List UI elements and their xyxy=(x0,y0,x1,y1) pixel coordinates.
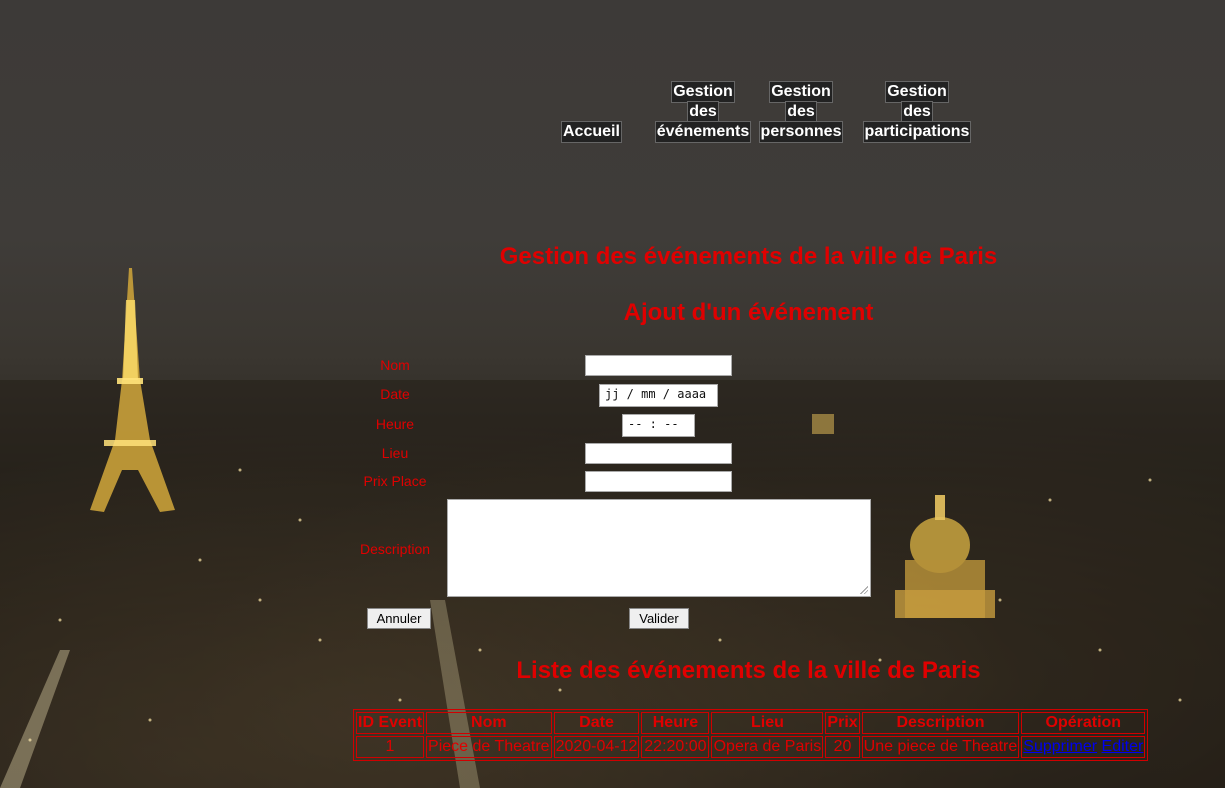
prix-label: Prix Place xyxy=(363,473,427,489)
nav-participations-line-3[interactable]: participations xyxy=(862,121,972,143)
nav-gestion-evenements[interactable]: Gestion des événements xyxy=(654,81,752,143)
table-header-row: ID Event Nom Date Heure Lieu Prix Descri… xyxy=(356,712,1146,734)
resize-grip-icon[interactable] xyxy=(860,586,868,594)
nav-participations-line-2[interactable]: des xyxy=(901,101,933,123)
description-label: Description xyxy=(359,541,431,557)
col-heure-header: Heure xyxy=(641,712,710,734)
nav-accueil-label[interactable]: Accueil xyxy=(561,121,622,143)
nom-label: Nom xyxy=(380,357,410,373)
delete-link[interactable]: Supprimer xyxy=(1023,738,1097,755)
prix-input[interactable] xyxy=(585,471,732,492)
form-title: Ajout d'un événement xyxy=(623,299,874,326)
cell-operation: Supprimer Editer xyxy=(1021,736,1146,758)
arc-de-triomphe-icon xyxy=(812,414,834,434)
page-title: Gestion des événements de la ville de Pa… xyxy=(499,243,998,270)
nav-evenements-line-2[interactable]: des xyxy=(687,101,719,123)
nav-personnes-line-2[interactable]: des xyxy=(785,101,817,123)
cell-nom: Piece de Theatre xyxy=(426,736,552,758)
cell-heure: 22:20:00 xyxy=(641,736,710,758)
nav-evenements-line-3[interactable]: événements xyxy=(654,121,752,143)
col-lieu-header: Lieu xyxy=(711,712,824,734)
cell-lieu: Opera de Paris xyxy=(711,736,824,758)
events-table: ID Event Nom Date Heure Lieu Prix Descri… xyxy=(353,709,1149,761)
submit-button[interactable]: Valider xyxy=(629,608,689,629)
nav-participations-line-1[interactable]: Gestion xyxy=(885,81,949,103)
col-date-header: Date xyxy=(553,712,640,734)
nav-evenements-line-1[interactable]: Gestion xyxy=(671,81,735,103)
heure-label: Heure xyxy=(375,416,415,432)
lieu-input[interactable] xyxy=(585,443,732,464)
cell-date: 2020-04-12 xyxy=(553,736,640,758)
nav-gestion-participations[interactable]: Gestion des participations xyxy=(862,81,972,143)
main-nav: Accueil Gestion des événements Gestion d… xyxy=(0,72,1225,143)
date-label: Date xyxy=(380,386,410,402)
col-id-header: ID Event xyxy=(356,712,425,734)
nom-input[interactable] xyxy=(585,355,732,376)
cell-description: Une piece de Theatre xyxy=(861,736,1020,758)
edit-link[interactable]: Editer xyxy=(1102,738,1144,755)
nav-personnes-line-3[interactable]: personnes xyxy=(758,121,844,143)
nav-gestion-personnes[interactable]: Gestion des personnes xyxy=(758,81,844,143)
nav-personnes-line-1[interactable]: Gestion xyxy=(769,81,833,103)
date-input[interactable]: jj / mm / aaaa xyxy=(599,384,718,407)
list-title: Liste des événements de la ville de Pari… xyxy=(516,657,981,684)
cell-id: 1 xyxy=(356,736,425,758)
col-prix-header: Prix xyxy=(825,712,860,734)
cell-prix: 20 xyxy=(825,736,860,758)
time-input[interactable]: -- : -- xyxy=(622,414,695,437)
description-textarea[interactable] xyxy=(447,499,871,597)
lieu-label: Lieu xyxy=(381,445,409,461)
col-description-header: Description xyxy=(861,712,1020,734)
cancel-button[interactable]: Annuler xyxy=(367,608,431,629)
col-nom-header: Nom xyxy=(426,712,552,734)
col-operation-header: Opération xyxy=(1021,712,1146,734)
nav-accueil[interactable]: Accueil xyxy=(561,121,622,143)
table-row: 1 Piece de Theatre 2020-04-12 22:20:00 O… xyxy=(356,736,1146,758)
